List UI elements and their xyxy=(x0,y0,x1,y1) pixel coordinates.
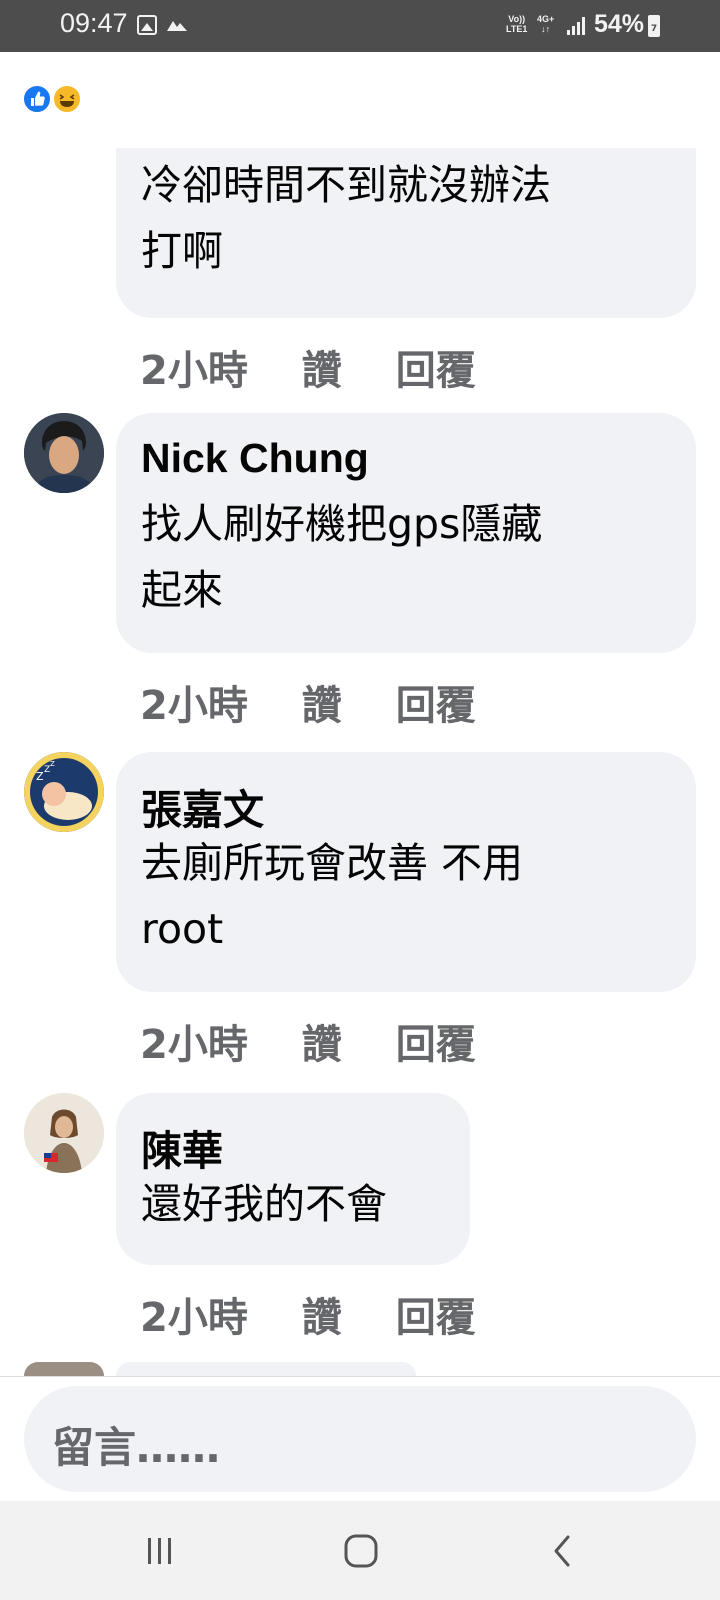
comment-text-line: 打啊 xyxy=(141,227,223,275)
header-background xyxy=(0,52,720,148)
image-icon xyxy=(137,15,157,35)
comment-text-line: 冷卻時間不到就沒辦法 xyxy=(141,161,551,209)
comment-actions: 2小時 讚 回覆 xyxy=(140,1012,476,1070)
network-arrows: ↓↑ xyxy=(541,24,551,34)
system-nav-bar xyxy=(0,1501,720,1600)
comment-time: 2小時 xyxy=(140,1022,248,1068)
haha-reaction-icon[interactable] xyxy=(52,84,82,114)
comment-reply-button[interactable]: 回覆 xyxy=(396,1285,476,1343)
comment-reply-button[interactable]: 回覆 xyxy=(396,338,476,396)
comment-bubble: 陳華 還好我的不會 xyxy=(116,1093,470,1265)
like-reaction-icon[interactable] xyxy=(22,84,52,114)
battery-percent: 54% xyxy=(594,10,645,38)
svg-text:Z: Z xyxy=(36,770,44,783)
comment-text-line: 還好我的不會 xyxy=(141,1180,387,1228)
battery-icon: 7 xyxy=(648,15,660,37)
home-icon[interactable] xyxy=(344,1534,378,1568)
battery-icon-digit: 7 xyxy=(650,24,658,34)
network-type: 4G+ xyxy=(537,14,555,24)
comment-bubble: 張嘉文 去廁所玩會改善 不用 root xyxy=(116,752,696,992)
comment-input-placeholder: 留言…… xyxy=(52,1423,221,1472)
comment-like-button[interactable]: 讚 xyxy=(302,1285,342,1343)
comment-text-line: 找人刷好機把gps隱藏 xyxy=(141,500,543,548)
avatar[interactable] xyxy=(24,1362,104,1376)
comment-actions: 2小時 讚 回覆 xyxy=(140,338,476,396)
volte-indicator: Vo)) LTE1 xyxy=(506,14,527,34)
comment-like-button[interactable]: 讚 xyxy=(302,673,342,731)
cloud-icon xyxy=(167,21,187,31)
avatar[interactable] xyxy=(24,413,104,493)
avatar[interactable] xyxy=(24,1093,104,1173)
volte-top: Vo)) xyxy=(508,14,526,24)
comment-time: 2小時 xyxy=(140,1295,248,1341)
comment-time: 2小時 xyxy=(140,348,248,394)
comment-reply-button[interactable]: 回覆 xyxy=(396,1012,476,1070)
comment-author[interactable]: 陳華 xyxy=(141,1117,223,1177)
comment-like-button[interactable]: 讚 xyxy=(302,338,342,396)
comment-text-line: root xyxy=(141,905,224,953)
status-time: 09:47 xyxy=(60,8,128,38)
comment-bubble xyxy=(116,1362,416,1376)
signal-icon xyxy=(567,17,585,35)
comment-author[interactable]: Nick Chung xyxy=(141,435,369,482)
comment-text-line: 去廁所玩會改善 不用 xyxy=(141,839,524,887)
comment-input[interactable]: 留言…… xyxy=(24,1386,696,1492)
comment-text-line: 起來 xyxy=(141,566,223,614)
comment-reply-button[interactable]: 回覆 xyxy=(396,673,476,731)
comment-like-button[interactable]: 讚 xyxy=(302,1012,342,1070)
status-bar: 09:47 Vo)) LTE1 4G+ ↓↑ 54% 7 xyxy=(0,0,720,52)
comment-author[interactable]: 張嘉文 xyxy=(141,776,264,836)
comment-actions: 2小時 讚 回覆 xyxy=(140,1285,476,1343)
comment-time: 2小時 xyxy=(140,683,248,729)
network-indicator: 4G+ ↓↑ xyxy=(537,14,554,34)
recent-apps-icon[interactable] xyxy=(145,1536,175,1566)
comment-bubble: Nick Chung 找人刷好機把gps隱藏 起來 xyxy=(116,413,696,653)
svg-text:Z: Z xyxy=(50,760,55,768)
avatar[interactable]: Z Z Z xyxy=(24,752,104,832)
back-icon[interactable] xyxy=(552,1534,572,1568)
comment-actions: 2小時 讚 回覆 xyxy=(140,673,476,731)
volte-bottom: LTE1 xyxy=(506,24,528,34)
